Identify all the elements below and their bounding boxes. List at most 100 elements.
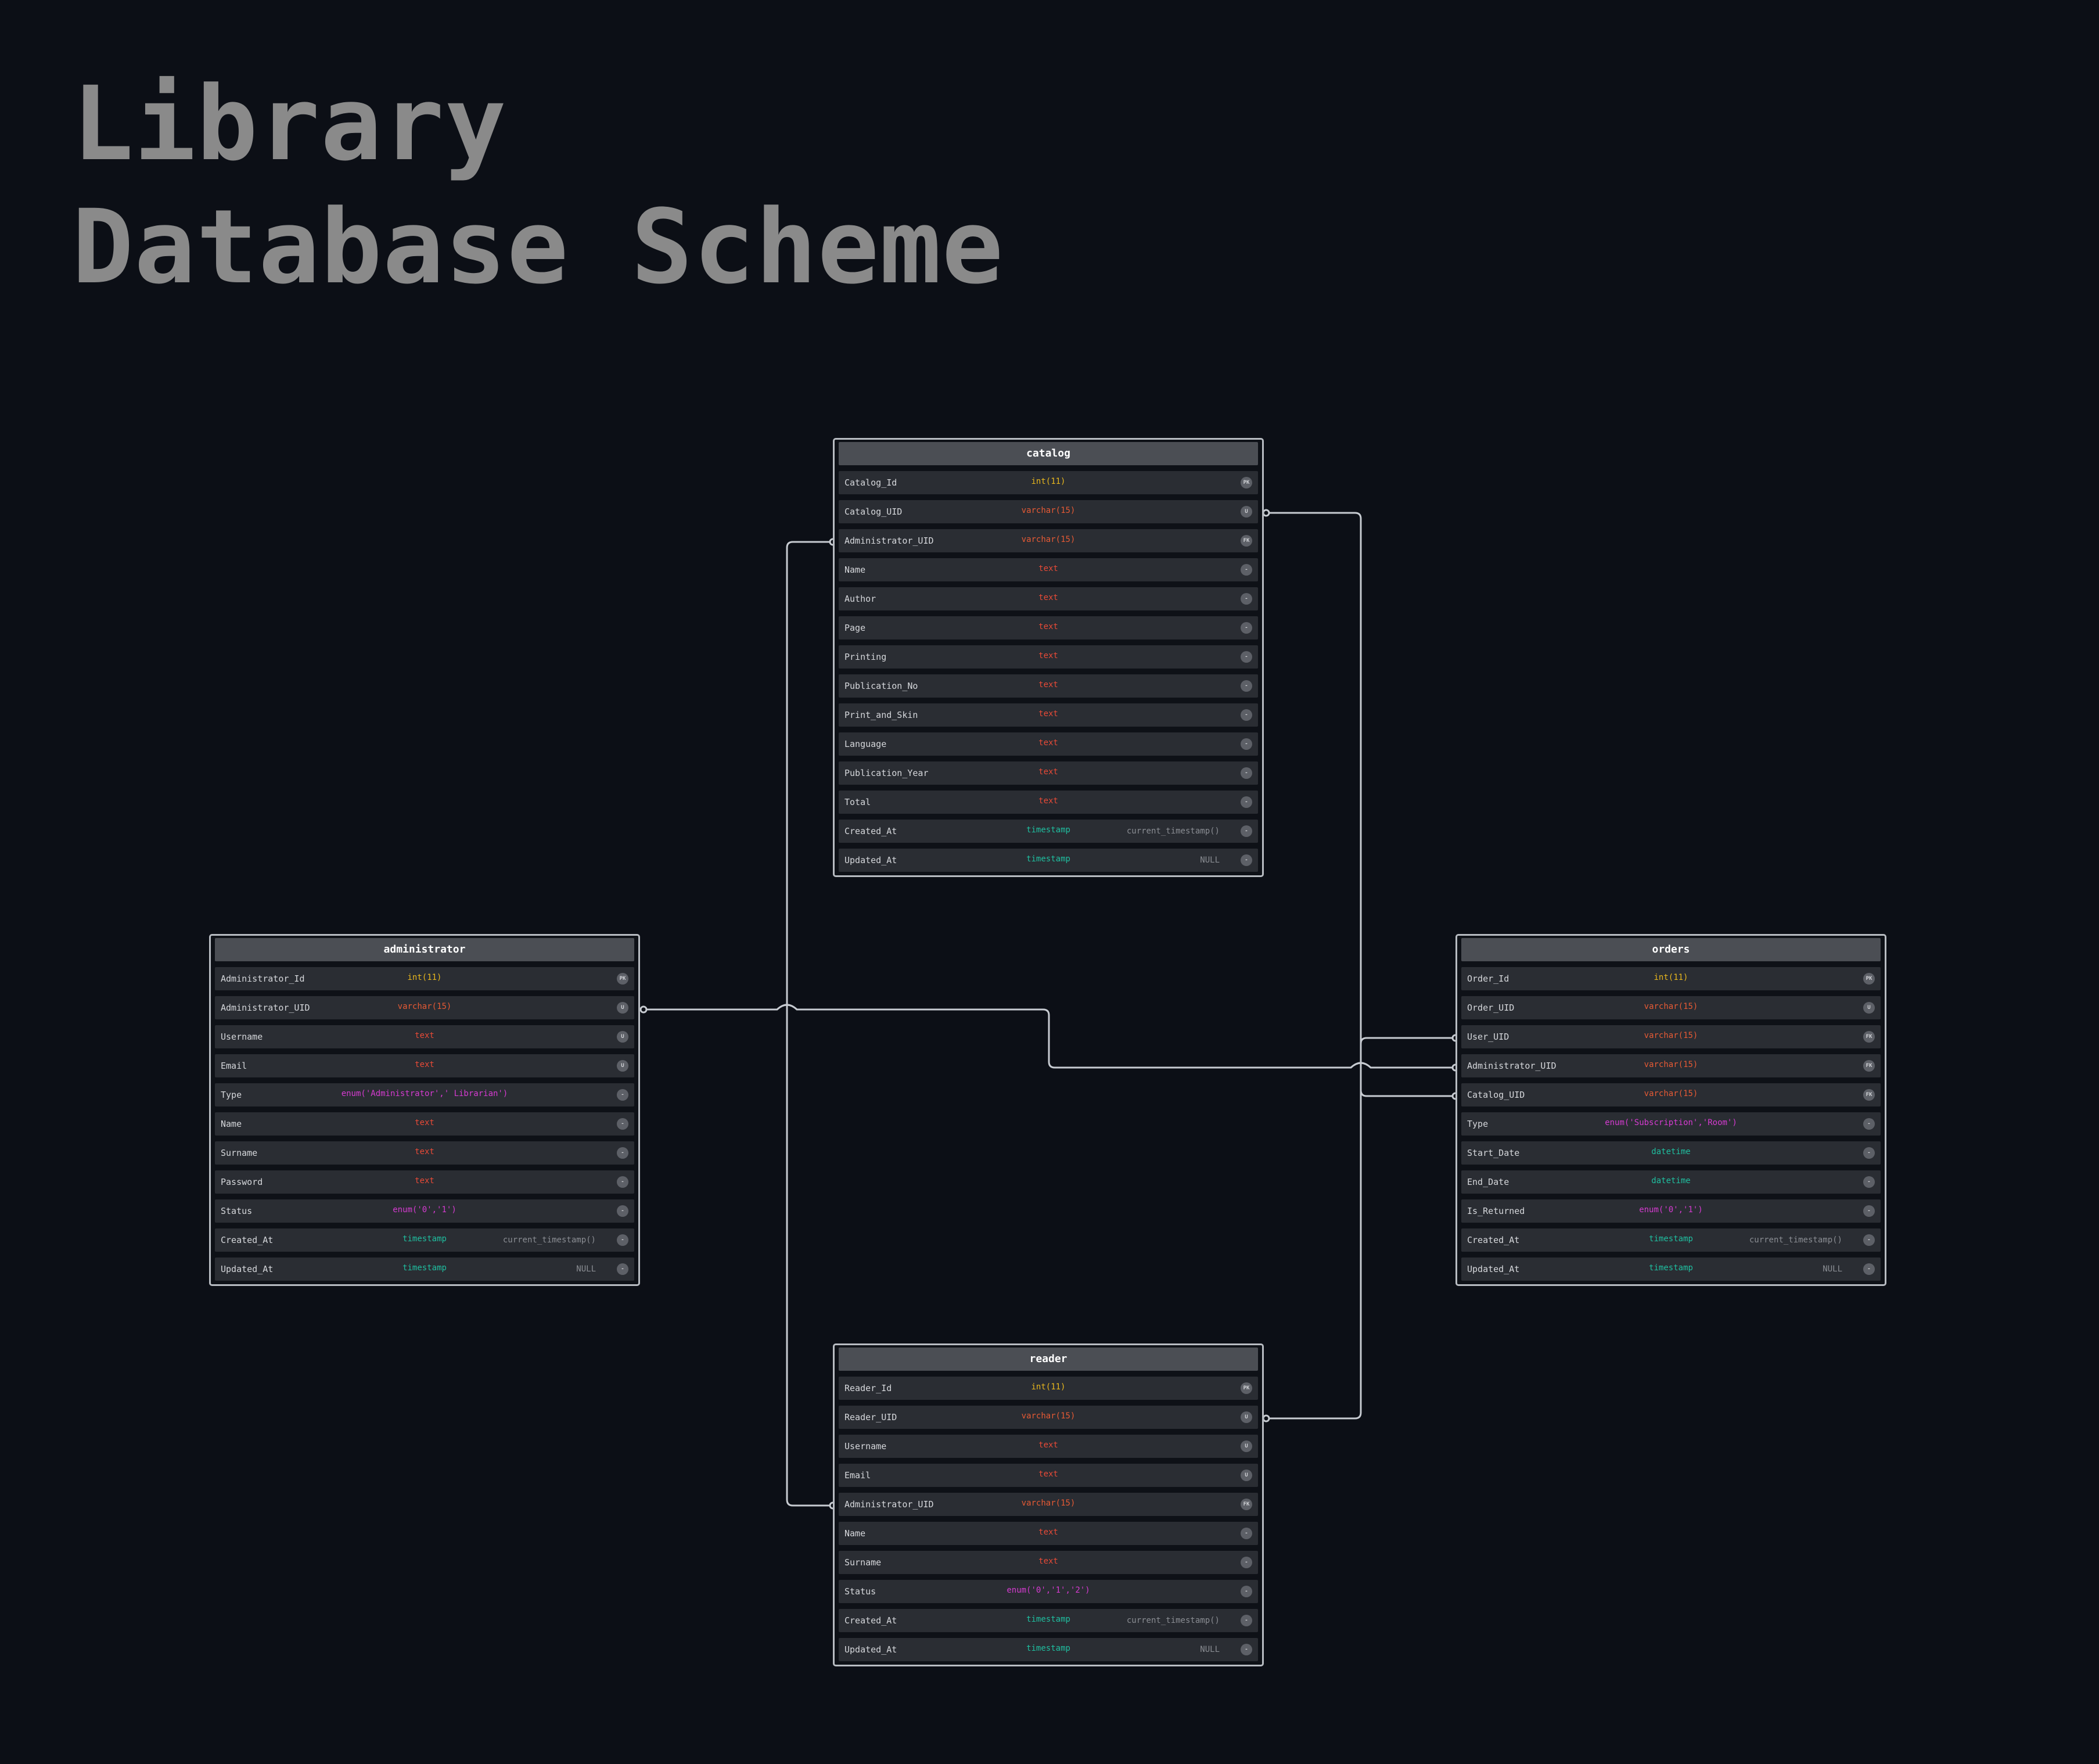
table-row[interactable]: Catalog_Id int(11) PK [839,471,1258,494]
key-badge: PK [1241,1382,1252,1394]
key-badge: - [1241,564,1252,576]
key-badge: - [617,1234,628,1246]
column-type: int(11) [1654,973,1688,982]
column-type: text [1038,1470,1058,1479]
table-row[interactable]: Reader_UID varchar(15) U [839,1406,1258,1429]
column-type: varchar(15) [1644,1002,1698,1011]
table-row[interactable]: User_UID varchar(15) FK [1461,1025,1881,1048]
key-badge: FK [1241,535,1252,547]
table-header[interactable]: catalog [839,442,1258,465]
table-row[interactable]: Reader_Id int(11) PK [839,1377,1258,1400]
table-row[interactable]: Administrator_UID varchar(15) FK [839,529,1258,552]
table-row[interactable]: Printing text - [839,645,1258,669]
column-type: text [1038,680,1058,689]
table-row[interactable]: Catalog_UID varchar(15) U [839,500,1258,523]
table-row[interactable]: Order_UID varchar(15) U [1461,996,1881,1019]
table-row[interactable]: Email text U [839,1464,1258,1487]
table-row[interactable]: Order_Id int(11) PK [1461,967,1881,990]
table-row[interactable]: Created_At timestamp current_timestamp() - [839,820,1258,843]
table-row[interactable]: End_Date datetime - [1461,1170,1881,1194]
column-type: text [415,1176,434,1185]
table-row[interactable]: Created_At timestamp current_timestamp() - [215,1228,634,1252]
column-type: text [1038,1440,1058,1450]
table-row[interactable]: Page text - [839,616,1258,640]
table-row[interactable]: Name text - [839,1522,1258,1545]
key-badge: - [617,1205,628,1217]
key-badge: - [617,1089,628,1101]
table-row[interactable]: Administrator_UID varchar(15) U [215,996,634,1019]
table-row[interactable]: Password text - [215,1170,634,1194]
table-row[interactable]: Updated_At timestamp NULL - [215,1258,634,1281]
table-header[interactable]: administrator [215,938,634,961]
key-badge: - [1241,1557,1252,1568]
table-row[interactable]: Username text U [839,1435,1258,1458]
column-type: varchar(15) [1644,1089,1698,1098]
table-row[interactable]: Updated_At timestamp NULL - [1461,1258,1881,1281]
key-badge: U [1241,1440,1252,1452]
column-default: NULL [1200,1645,1220,1654]
key-badge: - [1863,1205,1875,1217]
table-header[interactable]: orders [1461,938,1881,961]
table-row[interactable]: Total text - [839,791,1258,814]
table-row[interactable]: Type enum('Subscription','Room') - [1461,1112,1881,1136]
table-row[interactable]: Language text - [839,732,1258,756]
key-badge: PK [617,973,628,985]
key-badge: U [617,1060,628,1072]
table-row[interactable]: Is_Returned enum('0','1') - [1461,1199,1881,1223]
table-row[interactable]: Publication_No text - [839,674,1258,698]
table-row[interactable]: Print_and_Skin text - [839,703,1258,727]
key-badge: - [1241,738,1252,750]
table-row[interactable]: Name text - [215,1112,634,1136]
table-row[interactable]: Catalog_UID varchar(15) FK [1461,1083,1881,1106]
table-row[interactable]: Created_At timestamp current_timestamp() - [839,1609,1258,1632]
key-badge: - [617,1147,628,1159]
table-row[interactable]: Updated_At timestamp NULL - [839,849,1258,872]
column-type: text [1038,738,1058,748]
table-header[interactable]: reader [839,1348,1258,1371]
column-type: enum('0','1','2') [1007,1586,1090,1595]
table-row[interactable]: Publication_Year text - [839,761,1258,785]
key-badge: - [1241,796,1252,808]
connector-admin-orders [644,1004,1455,1069]
column-type: varchar(15) [1644,1060,1698,1069]
column-default: NULL [576,1264,596,1274]
table-row[interactable]: Username text U [215,1025,634,1048]
key-badge: - [1241,854,1252,866]
key-badge: - [1241,1644,1252,1655]
table-administrator[interactable]: administrator Administrator_Id int(11) PK Ad… [209,934,640,1286]
column-default: current_timestamp() [502,1235,596,1245]
table-row[interactable]: Administrator_UID varchar(15) FK [839,1493,1258,1516]
column-default: NULL [1200,856,1220,865]
column-type: varchar(15) [397,1002,452,1011]
title-line-1: Library [72,64,507,184]
table-orders[interactable]: orders Order_Id int(11) PK Order_UID varchar(… [1455,934,1886,1286]
table-row[interactable]: Administrator_UID varchar(15) FK [1461,1054,1881,1077]
table-row[interactable]: Start_Date datetime - [1461,1141,1881,1165]
table-row[interactable]: Administrator_Id int(11) PK [215,967,634,990]
table-row[interactable]: Surname text - [839,1551,1258,1574]
table-row[interactable]: Author text - [839,587,1258,610]
column-type: datetime [1651,1147,1691,1156]
table-row[interactable]: Email text U [215,1054,634,1077]
table-row[interactable]: Created_At timestamp current_timestamp() - [1461,1228,1881,1252]
key-badge: FK [1863,1031,1875,1043]
column-type: text [1038,651,1058,660]
table-catalog[interactable]: catalog Catalog_Id int(11) PK Catalog_UID var… [833,438,1264,877]
table-row[interactable]: Surname text - [215,1141,634,1165]
column-type: text [415,1147,434,1156]
table-row[interactable]: Status enum('0','1','2') - [839,1580,1258,1603]
column-type: timestamp [402,1263,447,1273]
table-row[interactable]: Name text - [839,558,1258,581]
connector-orders-catalog [1360,1090,1455,1097]
table-reader[interactable]: reader Reader_Id int(11) PK Reader_UID varcha… [833,1343,1264,1666]
key-badge: - [1241,1528,1252,1539]
column-type: timestamp [1026,1644,1070,1653]
key-badge: - [1241,1615,1252,1626]
key-badge: - [1241,593,1252,605]
table-row[interactable]: Updated_At timestamp NULL - [839,1638,1258,1661]
column-type: varchar(15) [1021,535,1076,544]
key-badge: - [1241,1586,1252,1597]
table-row[interactable]: Status enum('0','1') - [215,1199,634,1223]
key-badge: - [1241,709,1252,721]
table-row[interactable]: Type enum('Administrator',' Librarian') - [215,1083,634,1106]
